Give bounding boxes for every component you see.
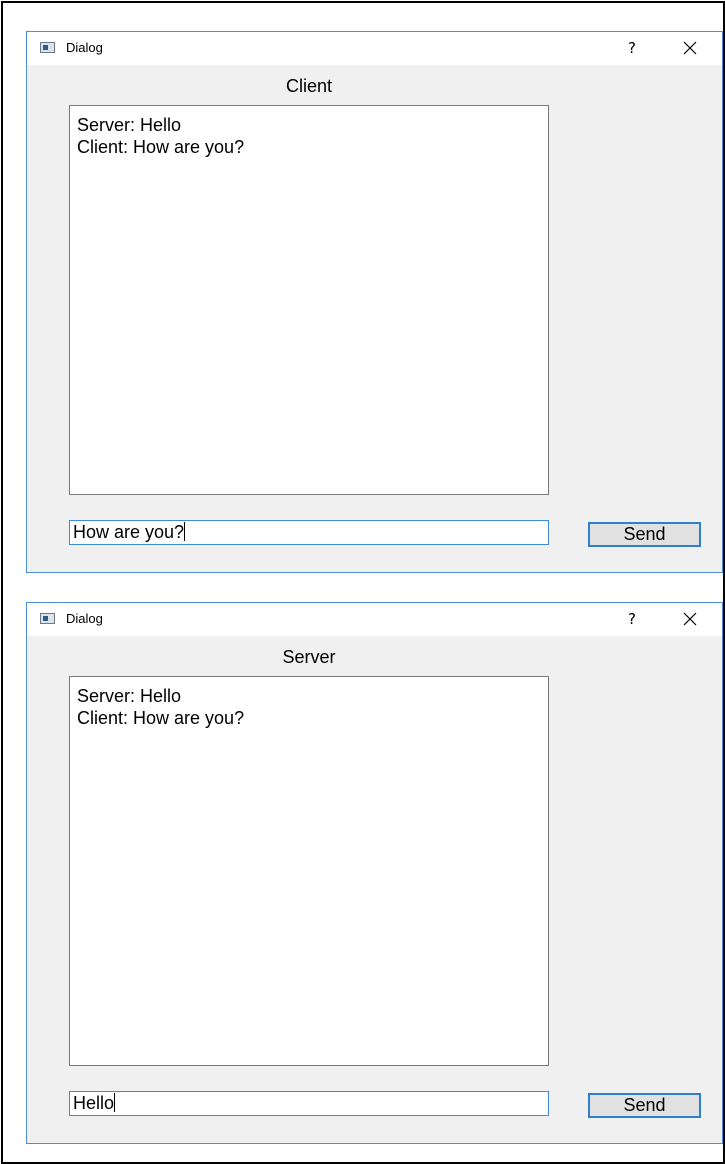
message-input[interactable]: Hello	[69, 1091, 549, 1116]
window-title: Dialog	[66, 611, 103, 626]
close-icon	[683, 612, 697, 626]
server-dialog-window: Dialog ? Server Server: Hello Client: Ho…	[26, 602, 723, 1144]
title-bar: Dialog ?	[27, 603, 722, 636]
text-caret	[184, 522, 186, 541]
help-button[interactable]: ?	[619, 35, 645, 61]
client-dialog-window: Dialog ? Client Server: Hello Client: Ho…	[26, 31, 723, 573]
close-button[interactable]	[675, 606, 705, 632]
chat-message: Client: How are you?	[77, 137, 245, 157]
help-button[interactable]: ?	[619, 606, 645, 632]
close-button[interactable]	[675, 35, 705, 61]
title-bar: Dialog ?	[27, 32, 722, 65]
send-button[interactable]: Send	[588, 522, 701, 547]
window-title: Dialog	[66, 40, 103, 55]
chat-message: Server: Hello	[77, 686, 182, 706]
chat-message: Client: How are you?	[77, 708, 245, 728]
message-input-text: How are you?	[73, 522, 185, 542]
message-input-text: Hello	[73, 1093, 115, 1113]
chat-log[interactable]: Server: Hello Client: How are you?	[69, 105, 549, 495]
chat-log[interactable]: Server: Hello Client: How are you?	[69, 676, 549, 1066]
close-icon	[683, 41, 697, 55]
send-button[interactable]: Send	[588, 1093, 701, 1118]
app-window-icon	[40, 613, 55, 624]
dialog-heading: Client	[285, 76, 333, 96]
screenshot-frame: Dialog ? Client Server: Hello Client: Ho…	[1, 1, 725, 1164]
dialog-heading: Server	[282, 647, 336, 667]
message-input[interactable]: How are you?	[69, 520, 549, 545]
chat-message: Server: Hello	[77, 115, 182, 135]
text-caret	[114, 1093, 116, 1112]
app-window-icon	[40, 42, 55, 53]
